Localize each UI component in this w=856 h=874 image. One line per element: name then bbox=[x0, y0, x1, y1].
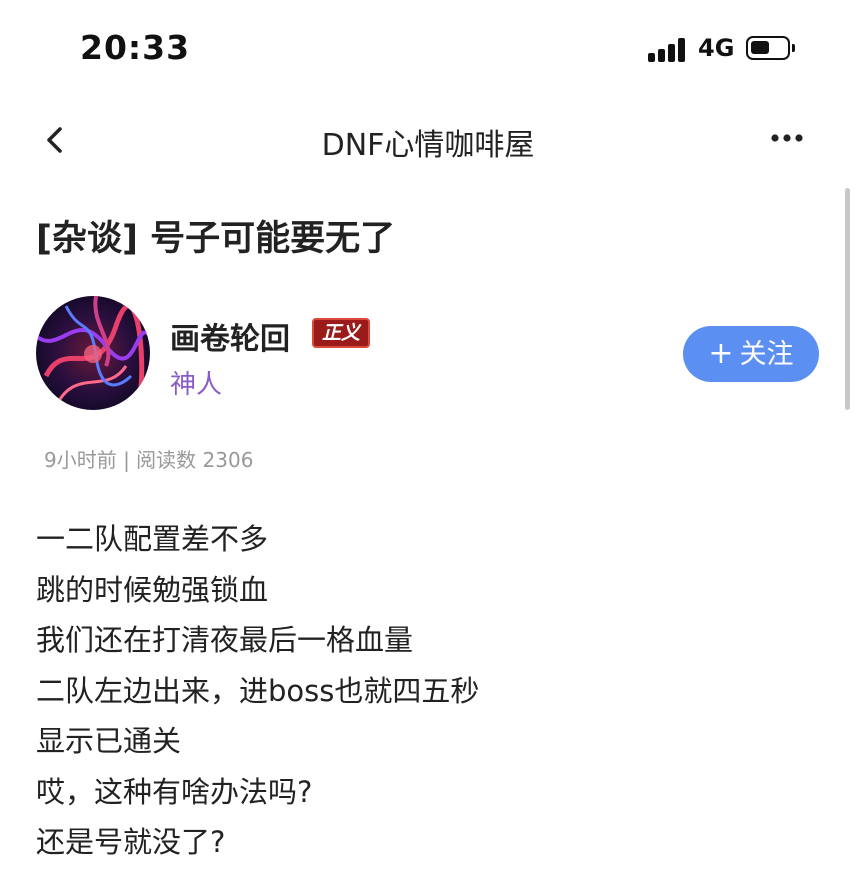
more-horizontal-icon[interactable] bbox=[768, 120, 808, 160]
author-rank: 神人 bbox=[170, 370, 223, 400]
post-meta: 9小时前 | 阅读数 2306 bbox=[44, 448, 254, 472]
follow-button[interactable]: + 关注 bbox=[683, 326, 819, 382]
post-title: [杂谈] 号子可能要无了 bbox=[36, 219, 396, 259]
post-line: 我们还在打清夜最后一格血量 bbox=[36, 623, 414, 657]
network-type: 4G bbox=[698, 34, 735, 62]
battery-icon bbox=[746, 36, 795, 60]
signal-icon bbox=[648, 38, 688, 62]
post-line: 一二队配置差不多 bbox=[36, 522, 269, 556]
post-line: 显示已通关 bbox=[36, 724, 182, 758]
post-line: 哎，这种有啥办法吗? bbox=[36, 774, 313, 809]
author-name[interactable]: 画卷轮回 bbox=[170, 314, 290, 358]
status-time: 20:33 bbox=[80, 28, 191, 67]
avatar[interactable] bbox=[36, 296, 150, 410]
post-line: 还是号就没了? bbox=[36, 825, 226, 859]
page-title: DNF心情咖啡屋 bbox=[321, 128, 535, 163]
plus-icon: + bbox=[708, 336, 734, 371]
post-body: 一二队配置差不多 跳的时候勉强锁血 我们还在打清夜最后一格血量 二队左边出来，进… bbox=[36, 514, 479, 868]
author-badge: 正义 bbox=[312, 318, 370, 348]
follow-label: 关注 bbox=[739, 339, 794, 370]
scrollbar[interactable] bbox=[845, 188, 850, 410]
post-line: 跳的时候勉强锁血 bbox=[36, 572, 269, 607]
post-line: 二队左边出来，进boss也就四五秒 bbox=[36, 673, 480, 708]
nav-bar: DNF心情咖啡屋 bbox=[0, 100, 856, 180]
status-bar: 20:33 4G bbox=[0, 0, 856, 100]
